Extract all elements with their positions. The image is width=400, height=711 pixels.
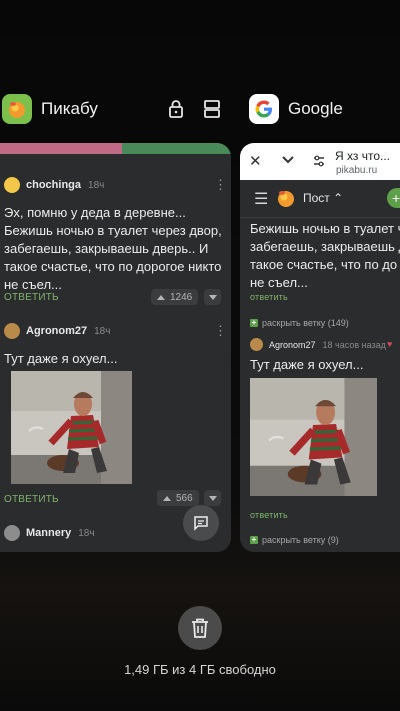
comment-header: Mannery 18ч [4, 525, 95, 541]
comment-image[interactable] [11, 371, 132, 484]
avatar[interactable] [4, 525, 20, 541]
upvote-button[interactable]: 566 [157, 490, 199, 506]
more-options-icon[interactable]: ⋮ [214, 324, 227, 337]
comment-header: chochinga 18ч [4, 177, 104, 193]
upvote-icon [157, 294, 165, 300]
rating-value: 1246 [170, 291, 193, 303]
add-post-button[interactable]: + [387, 188, 400, 208]
upvote-icon [163, 495, 171, 501]
hamburger-menu-icon[interactable]: ☰ [254, 189, 268, 209]
upvote-button[interactable]: 1246 [151, 289, 199, 305]
comment-image[interactable] [250, 378, 377, 496]
pikabu-app-header[interactable]: Пикабу [2, 94, 98, 124]
expand-thread-link[interactable]: + раскрыть ветку (149) [250, 318, 349, 328]
lock-icon[interactable] [167, 99, 185, 124]
avatar[interactable] [4, 323, 20, 339]
comment-username[interactable]: Mannery [26, 527, 71, 539]
comment-header: Agronom27 18ч [4, 323, 110, 339]
comment-text: Тут даже я охуел... [250, 357, 364, 372]
downvote-button[interactable] [204, 490, 221, 506]
pikabu-app-name: Пикабу [41, 99, 98, 118]
chrome-toolbar: ✕ Я хз что... pikabu.ru [240, 143, 400, 180]
comment-username[interactable]: Agronom27 [26, 325, 87, 337]
trash-icon [192, 618, 208, 638]
chrome-recent-card[interactable]: ✕ Я хз что... pikabu.ru ☰ Пост ⌃ + Бежиш… [240, 143, 400, 552]
reply-button[interactable]: ОТВЕТИТЬ [4, 292, 59, 303]
comment-header: Agronom27 18 часов назад [250, 338, 386, 351]
avatar[interactable] [250, 338, 263, 351]
pikabu-logo-icon[interactable] [276, 188, 296, 208]
comment-text: Эх, помню у деда в деревне... Бежишь ноч… [4, 205, 222, 292]
pikabu-web-header: ☰ Пост ⌃ + [240, 180, 400, 218]
reply-button[interactable]: ОТВЕТИТЬ [4, 494, 59, 505]
rating-value: 566 [176, 492, 193, 504]
google-app-icon[interactable] [249, 94, 279, 124]
close-icon[interactable]: ✕ [249, 152, 262, 170]
pikabu-recent-card[interactable]: chochinga 18ч ⋮ Эх, помню у деда в дерев… [0, 143, 231, 552]
plus-icon: + [250, 535, 258, 544]
chrome-app-name: Google [288, 99, 343, 118]
post-dropdown[interactable]: Пост ⌃ [303, 191, 343, 205]
memory-status-text: 1,49 ГБ из 4 ГБ свободно [124, 662, 276, 677]
url-text[interactable]: pikabu.ru [336, 165, 377, 176]
reply-link[interactable]: ответить [250, 292, 288, 302]
comment-text: Бежишь ночью в туалет ч забегаешь, закры… [250, 221, 400, 290]
plus-icon: + [250, 318, 258, 327]
comment-time: 18ч [78, 527, 95, 539]
pikabu-app-icon[interactable] [2, 94, 32, 124]
heart-icon[interactable]: ♥ [387, 339, 392, 349]
status-strip [0, 143, 231, 154]
comment-icon [194, 516, 208, 531]
clear-all-button[interactable] [178, 606, 222, 650]
more-options-icon[interactable]: ⋮ [214, 178, 227, 191]
comment-time: 18ч [94, 325, 111, 337]
tab-title: Я хз что... [335, 149, 390, 163]
comment-username[interactable]: Agronom27 [269, 340, 316, 350]
comment-text: Тут даже я охуел... [4, 351, 118, 366]
reply-link[interactable]: ответить [250, 510, 288, 520]
site-settings-icon[interactable] [312, 154, 326, 168]
avatar[interactable] [4, 177, 20, 193]
chrome-app-header[interactable]: Google [249, 94, 343, 124]
comment-time: 18ч [88, 179, 105, 191]
split-screen-icon[interactable] [203, 99, 221, 124]
comment-username[interactable]: chochinga [26, 179, 81, 191]
expand-thread-link[interactable]: + раскрыть ветку (9) [250, 535, 339, 545]
comment-time: 18 часов назад [322, 339, 386, 350]
downvote-button[interactable] [204, 289, 221, 305]
comment-fab-button[interactable] [183, 505, 219, 541]
chevron-down-icon[interactable] [281, 155, 295, 165]
